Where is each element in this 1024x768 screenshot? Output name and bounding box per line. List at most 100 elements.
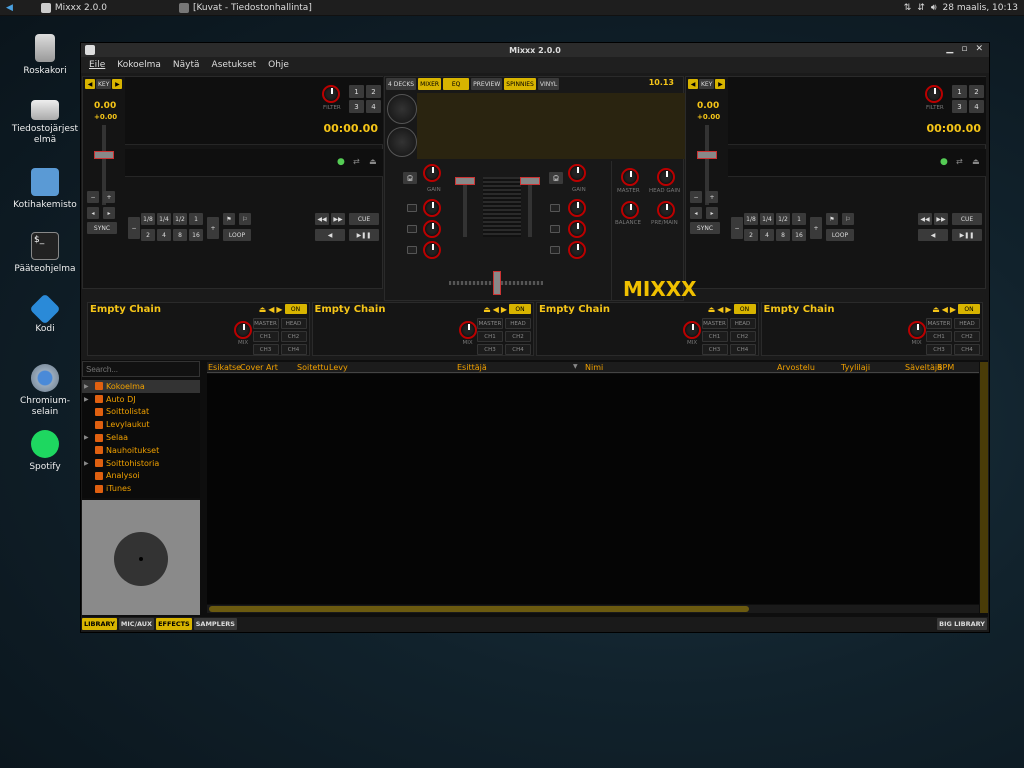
assign-ch3-button[interactable]: CH3 — [252, 344, 279, 355]
mix-knob[interactable] — [234, 321, 252, 339]
nudge-left-button[interactable]: ◂ — [87, 207, 99, 219]
column-preview[interactable]: Esikatse — [208, 363, 241, 372]
expand-arrow-icon[interactable]: ▶ — [84, 434, 92, 441]
head-gain-knob[interactable] — [657, 168, 675, 186]
master-knob[interactable] — [621, 168, 639, 186]
column-title[interactable]: Nimi — [585, 363, 603, 372]
assign-head-button[interactable]: HEAD — [729, 318, 756, 329]
key-down-button[interactable]: ◀ — [688, 79, 698, 89]
assign-ch4-button[interactable]: CH4 — [729, 344, 756, 355]
loop-size-button[interactable]: 1/2 — [173, 213, 187, 225]
column-bpm[interactable]: BPM — [937, 363, 954, 372]
scrollbar-thumb[interactable] — [209, 606, 749, 612]
loop-halve-button[interactable]: − — [731, 217, 743, 239]
expand-arrow-icon[interactable]: ▶ — [84, 460, 92, 467]
loop-double-button[interactable]: + — [810, 217, 822, 239]
column-album[interactable]: Levy — [329, 363, 348, 372]
repeat-icon[interactable]: ⇄ — [956, 157, 963, 166]
sidebar-item-analyze[interactable]: Analysoi — [82, 470, 200, 483]
loop-size-button[interactable]: 8 — [776, 229, 790, 241]
eq-high-left-knob[interactable] — [423, 199, 441, 217]
desktop-icon-filesystem[interactable]: Tiedostojärjest elmä — [8, 100, 82, 146]
crossfader-handle[interactable] — [493, 271, 501, 295]
library-toggle-button[interactable]: LIBRARY — [82, 618, 117, 630]
hotcue-3-button[interactable]: 3 — [952, 100, 967, 113]
loop-size-button[interactable]: 2 — [141, 229, 155, 241]
loop-size-button[interactable]: 8 — [173, 229, 187, 241]
desktop-icon-chromium[interactable]: Chromium- selain — [8, 364, 82, 418]
assign-master-button[interactable]: MASTER — [926, 318, 952, 329]
expand-arrow-icon[interactable]: ▶ — [84, 383, 92, 390]
cue-button[interactable]: CUE — [349, 213, 379, 225]
chain-prev-icon[interactable]: ◀ — [942, 305, 948, 314]
spinny-right[interactable] — [387, 127, 417, 157]
chain-next-icon[interactable]: ▶ — [501, 305, 507, 314]
desktop-icon-terminal[interactable]: $_ Pääteohjelma — [8, 232, 82, 275]
effect-chain-title[interactable]: Empty Chain — [539, 304, 610, 315]
sidebar-item-crates[interactable]: Levylaukut — [82, 418, 200, 431]
effect-chain-title[interactable]: Empty Chain — [764, 304, 835, 315]
spinny-left[interactable] — [387, 94, 417, 124]
clock[interactable]: 28 maalis, 10:13 — [943, 3, 1018, 13]
filter-knob[interactable] — [925, 85, 943, 103]
nudge-left-button[interactable]: ◂ — [690, 207, 702, 219]
loop-button[interactable]: LOOP — [223, 229, 251, 241]
effect-on-button[interactable]: ON — [509, 304, 531, 314]
headphone-right-icon[interactable]: 🎧︎ — [549, 172, 563, 184]
assign-head-button[interactable]: HEAD — [954, 318, 980, 329]
column-rating[interactable]: Arvostelu — [777, 363, 815, 372]
pre-main-knob[interactable] — [657, 201, 675, 219]
assign-master-button[interactable]: MASTER — [701, 318, 728, 329]
nudge-right-button[interactable]: ▸ — [103, 207, 115, 219]
key-label[interactable]: KEY — [96, 79, 112, 89]
assign-head-button[interactable]: HEAD — [280, 318, 307, 329]
mix-knob[interactable] — [683, 321, 701, 339]
loop-button[interactable]: LOOP — [826, 229, 854, 241]
sync-button[interactable]: SYNC — [87, 222, 117, 234]
eq-high-right-knob[interactable] — [568, 199, 586, 217]
loop-size-button[interactable]: 16 — [792, 229, 806, 241]
menu-help[interactable]: Ohje — [268, 60, 289, 70]
volume-fader-right[interactable] — [520, 177, 540, 237]
chain-prev-icon[interactable]: ◀ — [493, 305, 499, 314]
eq-toggle-button[interactable]: EQ — [443, 78, 470, 90]
expand-arrow-icon[interactable]: ▶ — [84, 396, 92, 403]
hotcue-3-button[interactable]: 3 — [349, 100, 364, 113]
balance-knob[interactable] — [621, 201, 639, 219]
loop-in-button[interactable]: ⚑ — [826, 213, 838, 225]
menu-options[interactable]: Asetukset — [212, 60, 257, 70]
loop-size-button[interactable]: 4 — [760, 229, 774, 241]
eq-kill-high-left[interactable] — [407, 204, 417, 212]
loop-size-button[interactable]: 16 — [189, 229, 203, 241]
eq-low-right-knob[interactable] — [568, 241, 586, 259]
eq-kill-mid-left[interactable] — [407, 225, 417, 233]
assign-ch3-button[interactable]: CH3 — [477, 344, 503, 355]
effect-on-button[interactable]: ON — [284, 304, 307, 314]
effect-chain-title[interactable]: Empty Chain — [90, 304, 161, 315]
effect-on-button[interactable]: ON — [733, 304, 756, 314]
loop-size-button[interactable]: 1 — [189, 213, 203, 225]
chain-next-icon[interactable]: ▶ — [725, 305, 731, 314]
assign-ch2-button[interactable]: CH2 — [280, 331, 307, 342]
sidebar-item-playlists[interactable]: Soittolistat — [82, 406, 200, 419]
eject-icon[interactable]: ⏏ — [259, 305, 267, 314]
desktop-icon-trash[interactable]: Roskakori — [8, 34, 82, 77]
menu-library[interactable]: Kokoelma — [117, 60, 161, 70]
sidebar-item-collection[interactable]: ▶ Kokoelma — [82, 380, 200, 393]
hotcue-1-button[interactable]: 1 — [952, 85, 967, 98]
assign-ch4-button[interactable]: CH4 — [954, 344, 980, 355]
window-titlebar[interactable]: Mixxx 2.0.0 ▁ ▫ ✕ — [81, 43, 989, 57]
minimize-icon[interactable]: ▁ — [946, 44, 953, 54]
eq-kill-high-right[interactable] — [550, 204, 560, 212]
track-table[interactable] — [207, 374, 979, 604]
eject-icon[interactable]: ⏏ — [483, 305, 491, 314]
loop-size-button[interactable]: 1 — [792, 213, 806, 225]
chain-next-icon[interactable]: ▶ — [950, 305, 956, 314]
loop-size-button[interactable]: 2 — [744, 229, 758, 241]
loop-size-button[interactable]: 1/8 — [744, 213, 758, 225]
sidebar-item-auto-dj[interactable]: ▶ Auto DJ — [82, 393, 200, 406]
loop-size-button[interactable]: 1/2 — [776, 213, 790, 225]
assign-ch2-button[interactable]: CH2 — [954, 331, 980, 342]
assign-ch1-button[interactable]: CH1 — [477, 331, 503, 342]
menu-file[interactable]: Eile — [89, 60, 105, 70]
